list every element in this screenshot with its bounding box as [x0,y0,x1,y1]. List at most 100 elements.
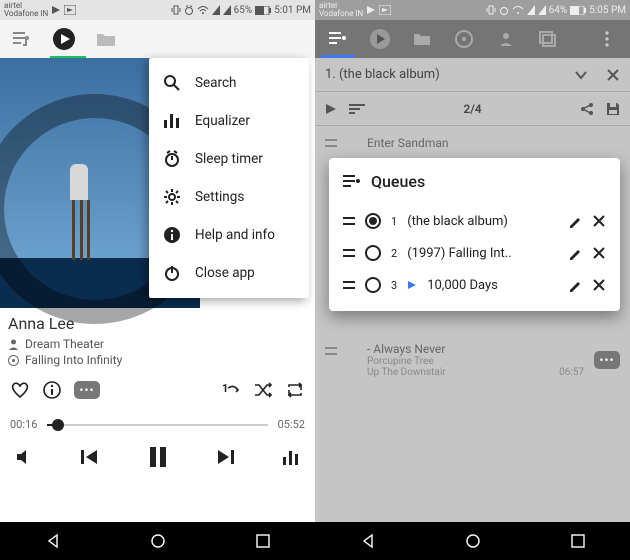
next-button[interactable] [215,446,237,468]
popup-title: Queues [339,172,610,191]
cast-icon [64,5,76,15]
nav-back[interactable] [360,533,376,549]
playback-controls [0,444,315,470]
wifi-icon [197,5,209,15]
nav-back[interactable] [45,533,61,549]
close-icon[interactable] [592,214,606,228]
queue-tab[interactable] [321,22,355,56]
more-button[interactable]: ••• [74,381,100,399]
status-bar: airtel Vodafone IN 65% 5:01 PM [0,0,315,20]
queue-position: 2/4 [463,102,481,116]
sort-icon[interactable] [349,103,365,115]
mute-button[interactable] [14,447,34,467]
save-icon[interactable] [606,102,620,116]
folder-tab[interactable] [405,22,439,56]
playing-icon [407,280,417,290]
prev-button[interactable] [78,446,100,468]
close-icon[interactable] [592,246,606,260]
nav-home[interactable] [150,533,166,549]
repeat-button[interactable] [285,380,305,400]
artist-tab[interactable] [489,22,523,56]
carrier-text: airtel Vodafone IN [4,2,48,18]
nav-recent[interactable] [570,533,586,549]
menu-settings[interactable]: Settings [149,178,309,216]
vibrate-icon [171,5,181,15]
more-button[interactable]: ••• [594,351,620,369]
battery-icon [570,6,586,15]
top-tabs [0,20,315,58]
edit-icon[interactable] [568,278,582,292]
drag-icon[interactable] [343,216,355,226]
cast-icon [379,5,391,15]
disc-icon [8,355,19,366]
play-pause-button[interactable] [145,444,171,470]
carrier-text: airtel Vodafone IN [319,2,363,18]
play-tab[interactable] [363,22,397,56]
drag-icon[interactable] [343,248,355,258]
close-icon[interactable] [606,68,620,82]
track-artist[interactable]: Dream Theater [8,337,122,351]
signal-icon [527,5,535,15]
menu-label: Close app [195,265,255,281]
pause-icon [145,444,171,470]
search-icon [163,74,181,92]
edit-icon[interactable] [568,214,582,228]
play-tab[interactable] [48,23,80,55]
close-icon[interactable] [592,278,606,292]
shuffle-button[interactable] [253,380,273,400]
info-button[interactable] [42,380,62,400]
queues-popup: Queues 1(the black album)2(1997) Falling… [329,158,620,311]
menu-close-app[interactable]: Close app [149,254,309,292]
heart-icon [10,380,30,400]
repeat-one-button[interactable]: 1 [219,380,241,400]
clock: 5:05 PM [589,5,626,16]
menu-help[interactable]: Help and info [149,216,309,254]
drag-icon[interactable] [343,280,355,290]
battery-icon [255,6,271,15]
clock: 5:01 PM [274,5,311,16]
queue-row[interactable]: 1(the black album) [339,205,610,237]
folder-tab[interactable] [90,23,122,55]
overflow-button[interactable] [590,22,624,56]
queue-header[interactable]: 1. (the black album) [315,58,630,92]
battery-pct: 64% [549,5,568,16]
queue-index: 3 [391,279,397,292]
share-icon[interactable] [580,102,594,116]
radio-select[interactable] [365,213,381,229]
edit-icon[interactable] [568,246,582,260]
queue-index: 2 [391,247,397,260]
queue-row[interactable]: 2(1997) Falling Int.. [339,237,610,269]
queue-title: 1. (the black album) [325,67,440,82]
radio-select[interactable] [365,277,381,293]
queue-row[interactable]: 310,000 Days [339,269,610,301]
skip-next-icon [215,446,237,468]
artist-icon [8,339,19,350]
gear-icon [163,188,181,206]
chevron-down-icon[interactable] [574,68,588,82]
library-tab[interactable] [531,22,565,56]
menu-equalizer[interactable]: Equalizer [149,102,309,140]
play-icon [366,5,376,15]
disc-tab[interactable] [447,22,481,56]
equalizer-icon [163,112,181,130]
radio-select[interactable] [365,245,381,261]
menu-sleep-timer[interactable]: Sleep timer [149,140,309,178]
eq-button[interactable] [281,447,301,467]
menu-search[interactable]: Search [149,64,309,102]
track-album[interactable]: Falling Into Infinity [8,353,122,367]
repeat-icon [285,380,305,400]
seek-slider[interactable] [47,424,267,426]
nav-recent[interactable] [255,533,271,549]
queue-tab[interactable] [6,23,38,55]
nav-home[interactable] [465,533,481,549]
progress-bar[interactable]: 00:16 05:52 [10,418,305,431]
queue-screen: 1. (the black album) 2/4 Enter Sandman [315,58,630,522]
equalizer-icon [281,447,301,467]
play-icon[interactable] [325,103,337,115]
list-item: Enter Sandman [315,130,630,156]
favorite-button[interactable] [10,380,30,400]
info-icon [163,226,181,244]
info-icon [42,380,62,400]
phone-left: airtel Vodafone IN 65% 5:01 PM [0,0,315,560]
queue-index: 1 [391,215,397,228]
